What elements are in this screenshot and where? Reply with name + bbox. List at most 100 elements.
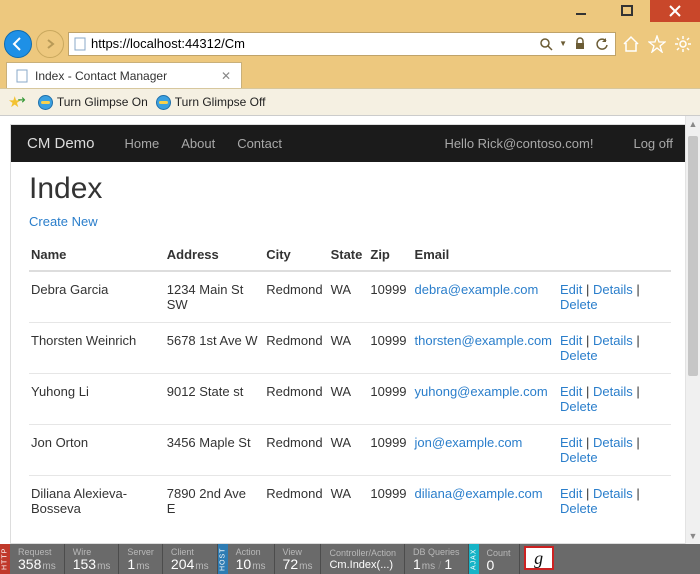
cell-zip: 10999 [368, 323, 412, 374]
details-link[interactable]: Details [593, 486, 633, 501]
create-new-link[interactable]: Create New [29, 214, 98, 229]
details-link[interactable]: Details [593, 384, 633, 399]
edit-link[interactable]: Edit [560, 333, 582, 348]
page-content: CM Demo Home About Contact Hello Rick@co… [10, 124, 690, 544]
settings-icon[interactable] [672, 33, 694, 55]
delete-link[interactable]: Delete [560, 450, 598, 465]
add-favorite-icon[interactable]: ★➜ [8, 93, 30, 111]
url-field-wrap: ▼ [68, 32, 616, 56]
delete-link[interactable]: Delete [560, 348, 598, 363]
cell-city: Redmond [264, 374, 328, 425]
url-input[interactable] [91, 36, 533, 51]
delete-link[interactable]: Delete [560, 399, 598, 414]
email-link[interactable]: thorsten@example.com [415, 333, 552, 348]
favorites-icon[interactable] [646, 33, 668, 55]
ie-icon [156, 95, 171, 110]
window-titlebar [0, 0, 700, 30]
lock-icon[interactable] [571, 35, 589, 53]
page-viewport: CM Demo Home About Contact Hello Rick@co… [0, 116, 700, 544]
fav-glimpse-off[interactable]: Turn Glimpse Off [156, 95, 266, 110]
cell-address: 1234 Main St SW [165, 271, 264, 323]
cell-zip: 10999 [368, 374, 412, 425]
g-count: Count0 [479, 544, 520, 574]
scroll-down-icon[interactable]: ▼ [686, 528, 700, 544]
col-header: Address [165, 239, 264, 271]
nav-logoff[interactable]: Log off [633, 136, 673, 151]
minimize-button[interactable] [558, 0, 604, 22]
g-wire: Wire153ms [65, 544, 120, 574]
fav-label: Turn Glimpse Off [175, 95, 266, 109]
cell-city: Redmond [264, 425, 328, 476]
col-header: City [264, 239, 328, 271]
browser-tab[interactable]: Index - Contact Manager ✕ [6, 62, 242, 88]
cell-address: 3456 Maple St [165, 425, 264, 476]
email-link[interactable]: debra@example.com [415, 282, 539, 297]
cell-name: Diliana Alexieva-Bosseva [29, 476, 165, 527]
cell-state: WA [329, 323, 369, 374]
dropdown-icon[interactable]: ▼ [559, 39, 567, 48]
app-navbar: CM Demo Home About Contact Hello Rick@co… [11, 125, 689, 162]
edit-link[interactable]: Edit [560, 486, 582, 501]
g-view: View72ms [275, 544, 322, 574]
table-row: Jon Orton3456 Maple StRedmondWA10999jon@… [29, 425, 671, 476]
scroll-thumb[interactable] [688, 136, 698, 376]
cell-zip: 10999 [368, 271, 412, 323]
cell-city: Redmond [264, 323, 328, 374]
tab-title: Index - Contact Manager [35, 69, 167, 83]
cell-state: WA [329, 425, 369, 476]
g-db: DB Queries1ms / 1 [405, 544, 469, 574]
col-header: Name [29, 239, 165, 271]
close-button[interactable] [650, 0, 700, 22]
table-row: Debra Garcia1234 Main St SWRedmondWA1099… [29, 271, 671, 323]
details-link[interactable]: Details [593, 282, 633, 297]
nav-about[interactable]: About [181, 136, 215, 151]
cell-city: Redmond [264, 476, 328, 527]
glimpse-bar[interactable]: HTTP Request358ms Wire153ms Server1ms Cl… [0, 544, 700, 574]
cell-state: WA [329, 374, 369, 425]
email-link[interactable]: diliana@example.com [415, 486, 543, 501]
edit-link[interactable]: Edit [560, 384, 582, 399]
ie-icon [38, 95, 53, 110]
delete-link[interactable]: Delete [560, 501, 598, 516]
home-icon[interactable] [620, 33, 642, 55]
vertical-scrollbar[interactable]: ▲ ▼ [685, 116, 700, 544]
nav-contact[interactable]: Contact [237, 136, 282, 151]
search-icon[interactable] [537, 35, 555, 53]
contacts-table: NameAddressCityStateZipEmail Debra Garci… [29, 239, 671, 526]
forward-button[interactable] [36, 30, 64, 58]
tab-strip: Index - Contact Manager ✕ [0, 60, 700, 88]
email-link[interactable]: jon@example.com [415, 435, 523, 450]
nav-home[interactable]: Home [125, 136, 160, 151]
tab-close-icon[interactable]: ✕ [219, 69, 233, 83]
cell-zip: 10999 [368, 425, 412, 476]
col-header: Zip [368, 239, 412, 271]
maximize-button[interactable] [604, 0, 650, 22]
address-bar: ▼ [0, 30, 700, 60]
table-row: Thorsten Weinrich5678 1st Ave WRedmondWA… [29, 323, 671, 374]
http-strip: HTTP [0, 544, 10, 574]
cell-address: 7890 2nd Ave E [165, 476, 264, 527]
details-link[interactable]: Details [593, 435, 633, 450]
delete-link[interactable]: Delete [560, 297, 598, 312]
glimpse-logo[interactable]: g [524, 546, 554, 570]
page-icon [73, 37, 87, 51]
cell-address: 9012 State st [165, 374, 264, 425]
refresh-icon[interactable] [593, 35, 611, 53]
details-link[interactable]: Details [593, 333, 633, 348]
g-request: Request358ms [10, 544, 65, 574]
email-link[interactable]: yuhong@example.com [415, 384, 548, 399]
back-button[interactable] [4, 30, 32, 58]
edit-link[interactable]: Edit [560, 435, 582, 450]
brand[interactable]: CM Demo [27, 135, 95, 152]
table-row: Diliana Alexieva-Bosseva7890 2nd Ave ERe… [29, 476, 671, 527]
cell-name: Debra Garcia [29, 271, 165, 323]
scroll-up-icon[interactable]: ▲ [686, 116, 700, 132]
host-strip: HOST [218, 544, 228, 574]
cell-city: Redmond [264, 271, 328, 323]
tab-page-icon [15, 69, 29, 83]
edit-link[interactable]: Edit [560, 282, 582, 297]
fav-label: Turn Glimpse On [57, 95, 148, 109]
cell-state: WA [329, 476, 369, 527]
fav-glimpse-on[interactable]: Turn Glimpse On [38, 95, 148, 110]
nav-greeting[interactable]: Hello Rick@contoso.com! [444, 136, 593, 151]
